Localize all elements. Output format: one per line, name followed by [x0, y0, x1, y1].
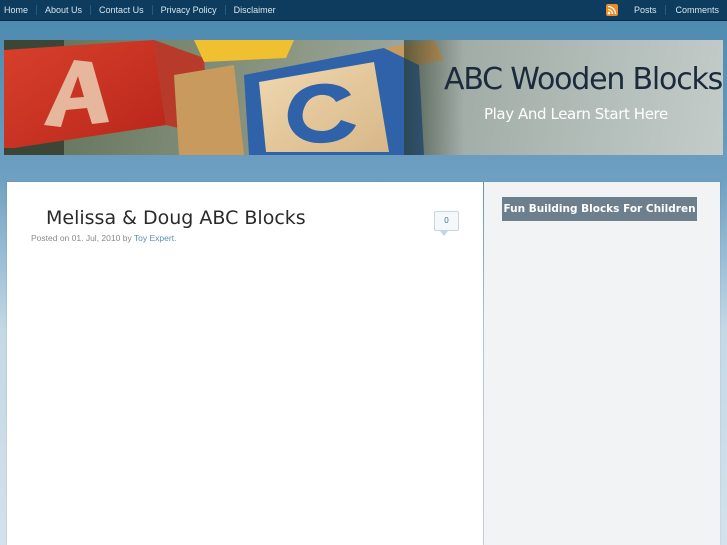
post-meta: Posted on 01. Jul, 2010 by Toy Expert.: [31, 233, 176, 243]
nav-item-disclaimer[interactable]: Disclaimer: [226, 0, 284, 20]
wooden-abc-blocks-image: [4, 40, 464, 155]
nav-item-about-us[interactable]: About Us: [37, 0, 90, 20]
post-title[interactable]: Melissa & Doug ABC Blocks: [46, 207, 306, 229]
feed-links: Posts Comments: [605, 0, 719, 20]
sidebar: Fun Building Blocks For Children: [484, 182, 720, 545]
comments-feed-link[interactable]: Comments: [666, 0, 719, 20]
nav-item-contact-us[interactable]: Contact Us: [91, 0, 152, 20]
site-title[interactable]: ABC Wooden Blocks: [444, 62, 723, 97]
post-author-link[interactable]: Toy Expert.: [134, 233, 177, 243]
posts-feed-link[interactable]: Posts: [625, 0, 666, 20]
post-date: 01. Jul, 2010: [71, 233, 121, 243]
main-content: Melissa & Doug ABC Blocks Posted on 01. …: [7, 182, 483, 545]
by-label: by: [122, 233, 132, 243]
posted-on-label: Posted on: [31, 233, 70, 243]
header-banner: ABC Wooden Blocks Play And Learn Start H…: [4, 40, 723, 155]
sidebar-widget-title: Fun Building Blocks For Children: [502, 197, 697, 221]
rss-feed-icon[interactable]: [605, 4, 618, 16]
nav-item-privacy-policy[interactable]: Privacy Policy: [153, 0, 225, 20]
nav-item-home[interactable]: Home: [0, 0, 36, 20]
main-menu: Home About Us Contact Us Privacy Policy …: [0, 0, 284, 20]
top-navigation-bar: Home About Us Contact Us Privacy Policy …: [0, 0, 727, 21]
site-tagline: Play And Learn Start Here: [484, 105, 668, 123]
comment-count-bubble[interactable]: 0: [434, 211, 459, 236]
